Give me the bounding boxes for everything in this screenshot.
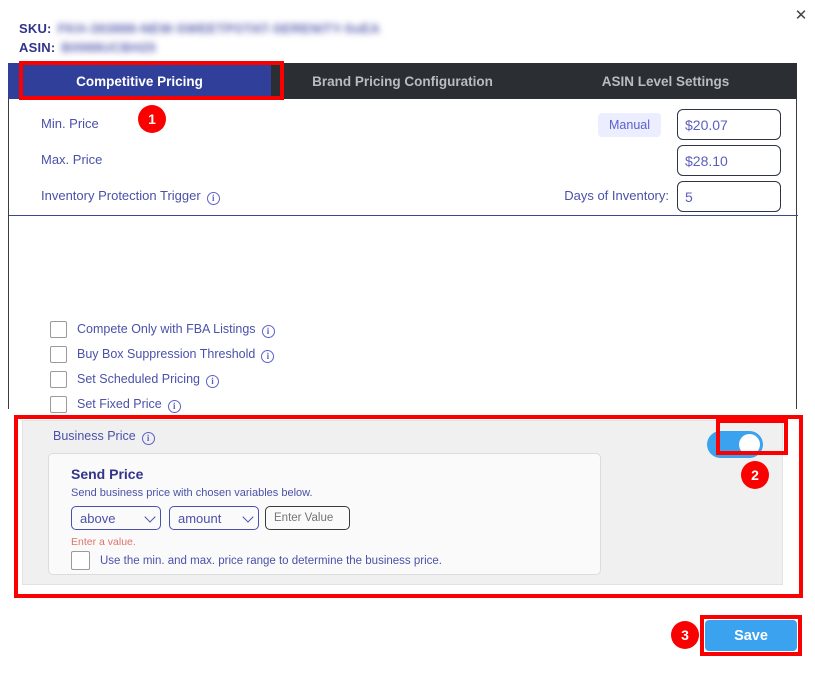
annotation-badge-1: 1 (138, 105, 166, 133)
annotation-badge-3: 3 (671, 621, 699, 649)
checkbox[interactable] (50, 321, 67, 338)
option-set-fixed-price[interactable]: Set Fixed Price i (9, 392, 275, 417)
annotation-badge-2: 2 (741, 461, 769, 489)
inventory-protection-trigger-text: Inventory Protection Trigger (41, 188, 201, 203)
sku-row: SKU: FKH-393888-NEW-SWEETPOTAT-SERENITY-… (19, 21, 380, 40)
section-divider (9, 215, 798, 216)
send-price-title: Send Price (71, 466, 144, 482)
business-price-panel: Business Price i Send Price Send business… (22, 420, 783, 585)
toggle-knob (739, 434, 760, 455)
days-of-inventory-input[interactable] (677, 181, 781, 212)
send-price-box: Send Price Send business price with chos… (48, 453, 601, 575)
value-error-text: Enter a value. (71, 536, 136, 548)
days-of-inventory-label: Days of Inventory: (564, 188, 669, 203)
option-label: Compete Only with FBA Listings (77, 321, 256, 336)
identifier-block: SKU: FKH-393888-NEW-SWEETPOTAT-SERENITY-… (19, 21, 380, 59)
min-price-row: Min. Price Manual (9, 109, 798, 145)
info-icon[interactable]: i (261, 349, 275, 363)
manual-badge: Manual (598, 113, 661, 137)
max-price-label: Max. Price (41, 152, 103, 167)
min-price-input[interactable] (677, 109, 781, 140)
value-input[interactable] (265, 506, 350, 530)
max-price-input[interactable] (677, 145, 781, 176)
min-price-label: Min. Price (41, 116, 99, 131)
tab-asin-level-settings[interactable]: ASIN Level Settings (534, 63, 797, 99)
option-label: Set Fixed Price (77, 396, 162, 411)
asin-value: B0988UCBH25 (61, 40, 157, 55)
business-price-text: Business Price (53, 429, 136, 443)
info-icon[interactable]: i (141, 432, 155, 445)
type-select[interactable]: amount (169, 506, 259, 530)
use-price-range-label: Use the min. and max. price range to det… (100, 554, 442, 567)
use-price-range-row[interactable]: Use the min. and max. price range to det… (71, 551, 442, 570)
checkbox[interactable] (50, 371, 67, 388)
inventory-protection-trigger-label: Inventory Protection Trigger i (41, 188, 220, 205)
sku-label: SKU: (19, 21, 52, 36)
checkbox[interactable] (50, 396, 67, 413)
option-label: Buy Box Suppression Threshold (77, 346, 256, 361)
max-price-row: Max. Price (9, 145, 798, 181)
info-icon[interactable]: i (206, 374, 219, 388)
tab-bar: Competitive Pricing Brand Pricing Config… (8, 63, 797, 99)
checkbox[interactable] (50, 346, 67, 363)
info-icon[interactable]: i (261, 324, 275, 338)
pricing-settings-dialog: ✕ SKU: FKH-393888-NEW-SWEETPOTAT-SERENIT… (0, 0, 815, 675)
tab-brand-pricing-configuration[interactable]: Brand Pricing Configuration (271, 63, 534, 99)
option-label: Set Scheduled Pricing (77, 371, 200, 386)
asin-row: ASIN: B0988UCBH25 (19, 40, 380, 59)
save-button[interactable]: Save (705, 620, 797, 651)
sku-value: FKH-393888-NEW-SWEETPOTAT-SERENITY-5oEA (57, 21, 381, 36)
option-compete-only-with-fba-listings[interactable]: Compete Only with FBA Listings i (9, 317, 275, 342)
asin-label: ASIN: (19, 40, 56, 55)
business-price-label: Business Price i (53, 429, 155, 445)
type-select-wrap: amount (169, 506, 259, 530)
competitive-pricing-panel: Min. Price Manual Max. Price Inventory P… (8, 99, 798, 513)
inventory-protection-row: Inventory Protection Trigger i Days of In… (9, 181, 798, 217)
option-buy-box-suppression-threshold[interactable]: Buy Box Suppression Threshold i (9, 342, 275, 367)
direction-select-wrap: above (71, 506, 161, 530)
direction-select[interactable]: above (71, 506, 161, 530)
info-icon[interactable]: i (206, 192, 220, 205)
close-icon[interactable]: ✕ (790, 4, 812, 26)
send-price-subtitle: Send business price with chosen variable… (71, 487, 313, 499)
business-price-toggle[interactable] (707, 431, 763, 458)
tab-competitive-pricing[interactable]: Competitive Pricing (8, 63, 271, 99)
info-icon[interactable]: i (167, 399, 181, 413)
checkbox[interactable] (71, 551, 90, 570)
option-set-scheduled-pricing[interactable]: Set Scheduled Pricing i (9, 367, 275, 392)
